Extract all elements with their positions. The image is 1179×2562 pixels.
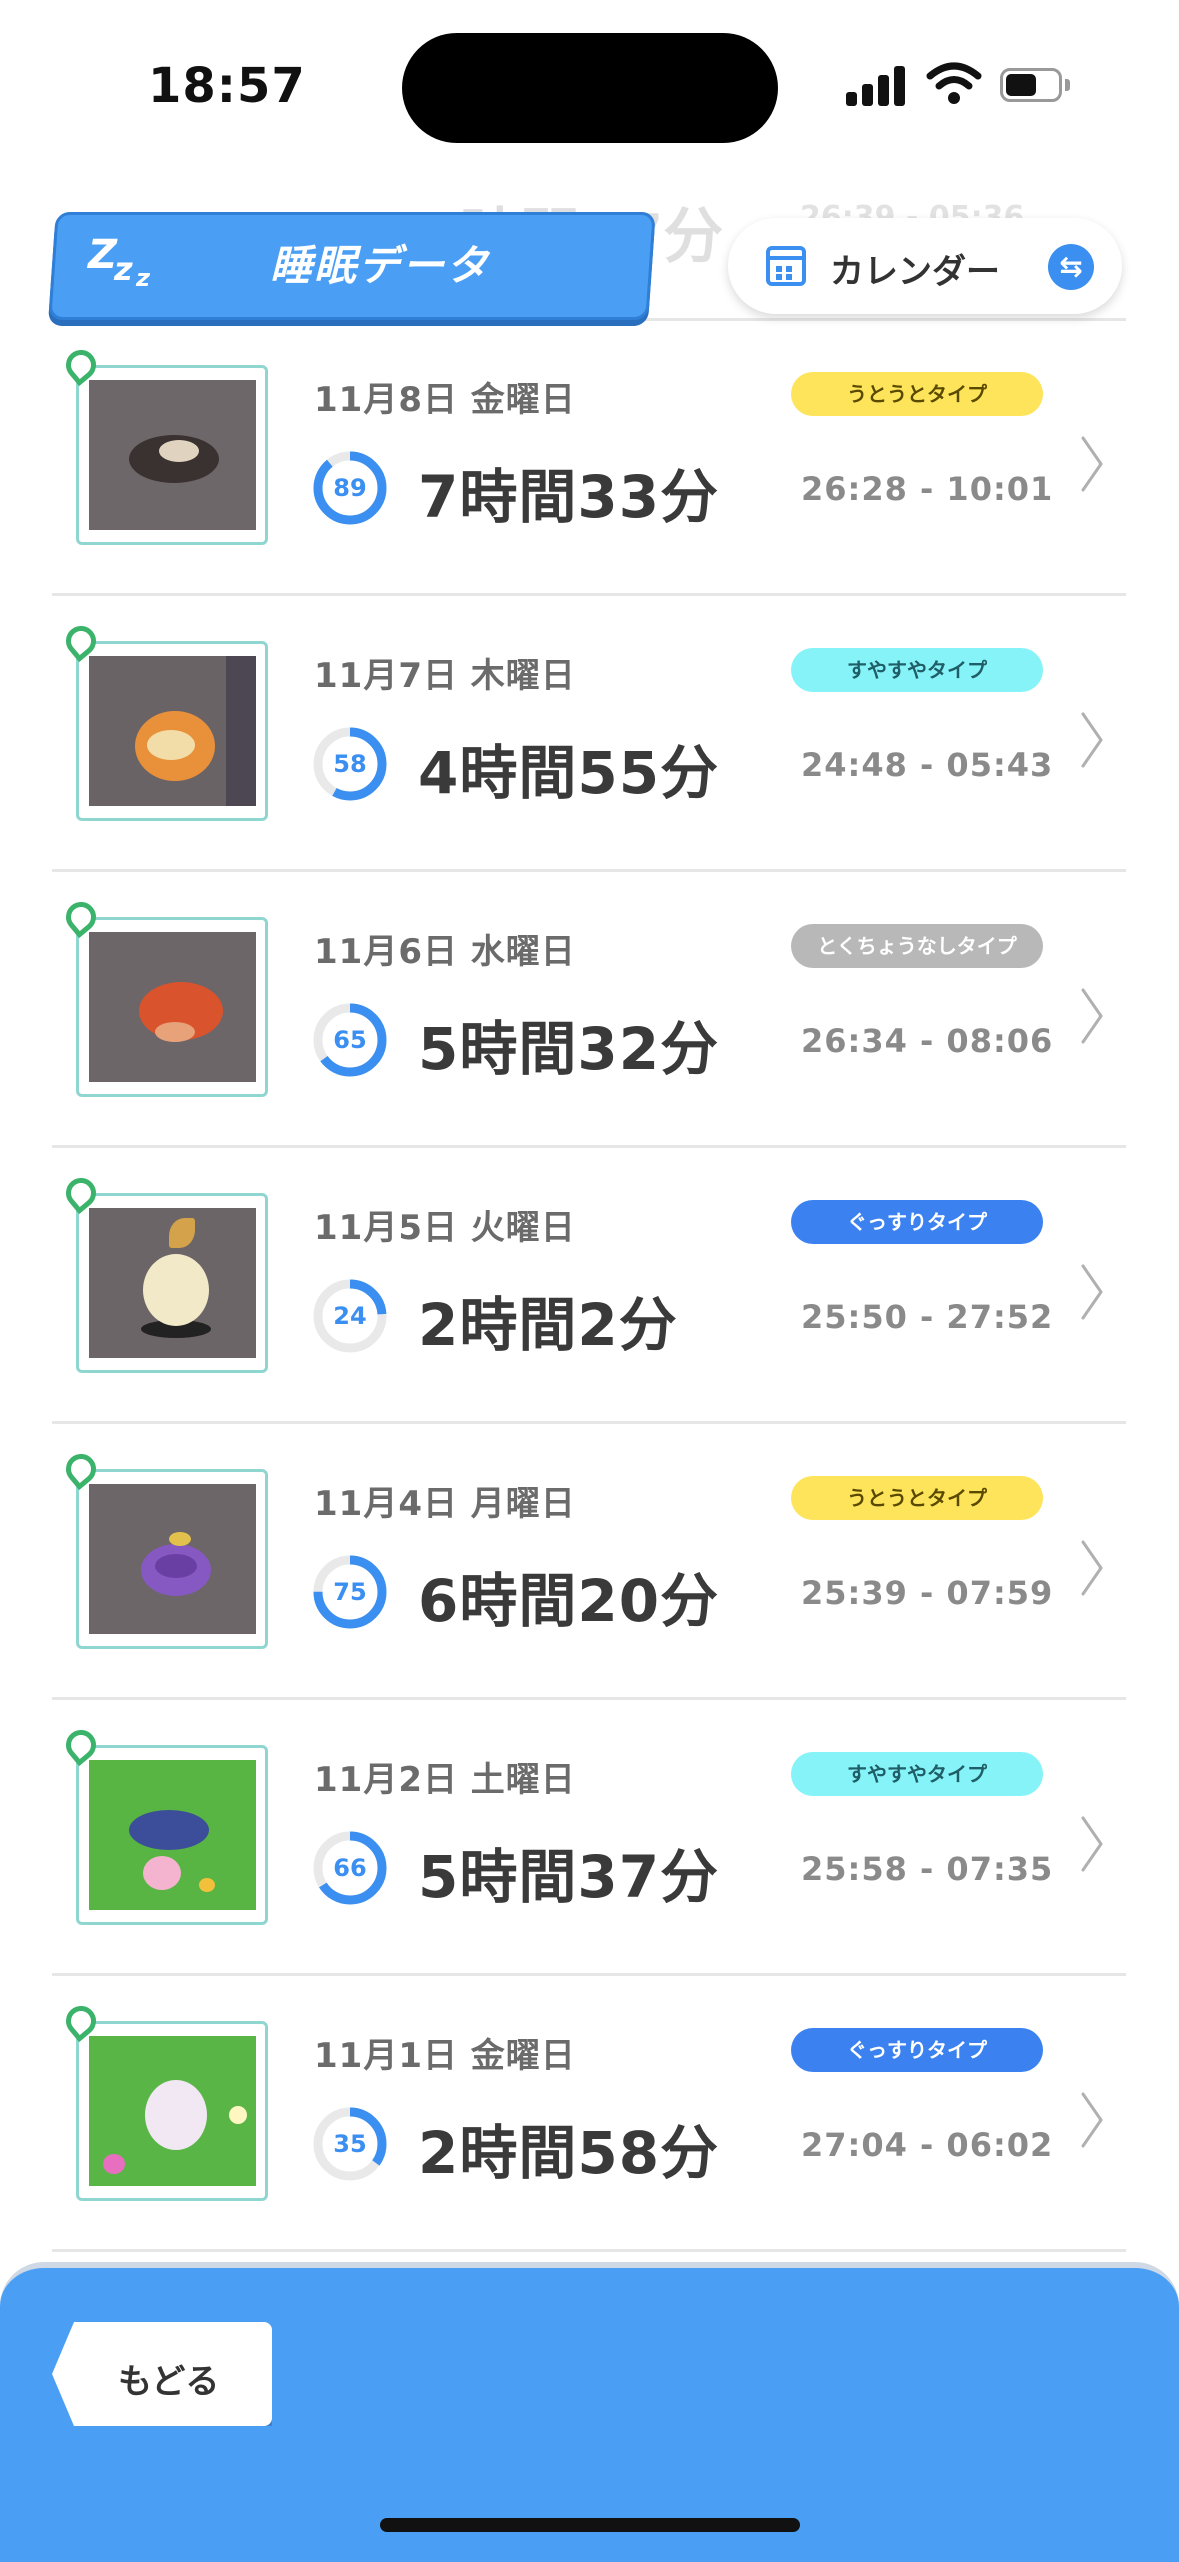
calendar-icon xyxy=(766,246,806,286)
record-date: 11月7日 木曜日 xyxy=(314,656,576,696)
sleep-style-thumbnail xyxy=(76,1469,268,1649)
sleep-record-row[interactable]: 11月8日 金曜日 うとうとタイプ 89 7時間33分 26:28 - 10:01 xyxy=(52,320,1126,596)
chevron-right-icon[interactable] xyxy=(1077,1538,1107,1598)
chevron-right-icon[interactable] xyxy=(1077,1814,1107,1874)
sleep-style-thumbnail xyxy=(76,917,268,1097)
sleep-time-range: 24:48 - 05:43 xyxy=(801,746,1054,784)
status-bar: 18:57 xyxy=(0,0,1179,170)
chevron-right-icon[interactable] xyxy=(1077,1262,1107,1322)
sleep-duration: 7時間33分 xyxy=(418,463,720,531)
dynamic-island xyxy=(402,33,778,143)
sleep-type-badge: うとうとタイプ xyxy=(791,1476,1043,1520)
sleep-time-range: 26:34 - 08:06 xyxy=(801,1022,1054,1060)
calendar-label: カレンダー xyxy=(830,252,1000,292)
sleep-time-range: 26:28 - 10:01 xyxy=(801,470,1054,508)
sleep-record-row[interactable]: 11月5日 火曜日 ぐっすりタイプ 24 2時間2分 25:50 - 27:52 xyxy=(52,1148,1126,1424)
zzz-icon: Zzz xyxy=(88,232,150,292)
sleep-style-thumbnail xyxy=(76,365,268,545)
record-date: 11月8日 金曜日 xyxy=(314,380,576,420)
sleep-style-thumbnail xyxy=(76,1745,268,1925)
sleep-score-ring: 35 xyxy=(310,2104,390,2184)
sleep-record-row[interactable]: 11月1日 金曜日 ぐっすりタイプ 35 2時間58分 27:04 - 06:02 xyxy=(52,1976,1126,2252)
sleep-duration: 2時間2分 xyxy=(418,1291,678,1359)
sleep-time-range: 25:58 - 07:35 xyxy=(801,1850,1054,1888)
home-indicator[interactable] xyxy=(380,2518,800,2532)
status-time: 18:57 xyxy=(148,58,306,114)
chevron-right-icon[interactable] xyxy=(1077,986,1107,1046)
page-title: 睡眠データ xyxy=(270,241,491,290)
chevron-right-icon[interactable] xyxy=(1077,2090,1107,2150)
sleep-score: 75 xyxy=(333,1578,367,1606)
sleep-type-badge: ぐっすりタイプ xyxy=(791,2028,1043,2072)
record-date: 11月1日 金曜日 xyxy=(314,2036,576,2076)
sleep-type-badge: とくちょうなしタイプ xyxy=(791,924,1043,968)
sleep-duration: 2時間58分 xyxy=(418,2119,720,2187)
sleep-score-ring: 24 xyxy=(310,1276,390,1356)
sleep-type-badge: すやすやタイプ xyxy=(791,1752,1043,1796)
sleep-score-ring: 58 xyxy=(310,724,390,804)
sleep-type-badge: ぐっすりタイプ xyxy=(791,1200,1043,1244)
sleep-duration: 4時間55分 xyxy=(418,739,720,807)
swap-icon[interactable]: ⇆ xyxy=(1048,244,1094,290)
sleep-score: 66 xyxy=(333,1854,367,1882)
sleep-score-ring: 65 xyxy=(310,1000,390,1080)
sleep-duration: 5時間37分 xyxy=(418,1843,720,1911)
wifi-icon xyxy=(926,62,982,104)
record-date: 11月2日 土曜日 xyxy=(314,1760,576,1800)
sleep-score: 58 xyxy=(333,750,367,778)
sleep-type-badge: すやすやタイプ xyxy=(791,648,1043,692)
sleep-time-range: 27:04 - 06:02 xyxy=(801,2126,1054,2164)
sleep-score: 35 xyxy=(333,2130,367,2158)
sleep-score: 89 xyxy=(333,474,367,502)
sleep-record-row[interactable]: 11月6日 水曜日 とくちょうなしタイプ 65 5時間32分 26:34 - 08:06 xyxy=(52,872,1126,1148)
back-button[interactable]: もどる xyxy=(52,2322,272,2426)
sleep-score: 24 xyxy=(333,1302,367,1330)
sleep-duration: 5時間32分 xyxy=(418,1015,720,1083)
sleep-time-range: 25:39 - 07:59 xyxy=(801,1574,1054,1612)
sleep-duration: 6時間20分 xyxy=(418,1567,720,1635)
sleep-style-thumbnail xyxy=(76,1193,268,1373)
record-date: 11月4日 月曜日 xyxy=(314,1484,576,1524)
cellular-signal-icon xyxy=(846,62,906,106)
sleep-score-ring: 75 xyxy=(310,1552,390,1632)
battery-icon xyxy=(1000,68,1072,104)
sleep-score: 65 xyxy=(333,1026,367,1054)
sleep-score-ring: 89 xyxy=(310,448,390,528)
sleep-type-badge: うとうとタイプ xyxy=(791,372,1043,416)
sleep-style-thumbnail xyxy=(76,641,268,821)
chevron-right-icon[interactable] xyxy=(1077,710,1107,770)
row-divider xyxy=(52,2249,1126,2252)
sleep-style-thumbnail xyxy=(76,2021,268,2201)
chevron-right-icon[interactable] xyxy=(1077,434,1107,494)
sleep-record-row[interactable]: 11月4日 月曜日 うとうとタイプ 75 6時間20分 25:39 - 07:59 xyxy=(52,1424,1126,1700)
sleep-score-ring: 66 xyxy=(310,1828,390,1908)
record-date: 11月5日 火曜日 xyxy=(314,1208,576,1248)
sleep-record-row[interactable]: 11月2日 土曜日 すやすやタイプ 66 5時間37分 25:58 - 07:35 xyxy=(52,1700,1126,1976)
record-date: 11月6日 水曜日 xyxy=(314,932,576,972)
sleep-time-range: 25:50 - 27:52 xyxy=(801,1298,1054,1336)
back-label: もどる xyxy=(118,2362,220,2402)
calendar-button[interactable]: カレンダー ⇆ xyxy=(728,218,1122,314)
sleep-record-row[interactable]: 11月7日 木曜日 すやすやタイプ 58 4時間55分 24:48 - 05:43 xyxy=(52,596,1126,872)
